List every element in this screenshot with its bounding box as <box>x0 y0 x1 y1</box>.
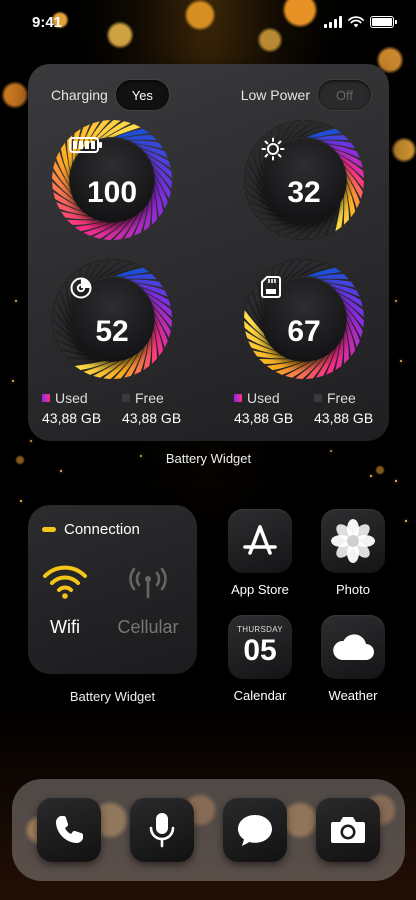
connection-widget[interactable]: Connection Wifi Cellular <box>28 505 197 674</box>
brightness-gauge-center: 32 <box>261 137 347 223</box>
used-swatch <box>42 394 50 402</box>
low-power-label: Low Power <box>240 87 310 103</box>
wifi-label: Wifi <box>50 617 80 637</box>
phone-app[interactable] <box>36 798 101 862</box>
wifi-icon <box>43 565 87 599</box>
charging-label: Charging <box>51 87 108 103</box>
app-store-tile[interactable] <box>228 509 292 573</box>
connection-header: Connection <box>42 521 140 538</box>
battery-widget[interactable]: Charging Yes Low Power Off 100 32 52 67 … <box>28 64 389 441</box>
battery-gauge-center: 100 <box>69 137 155 223</box>
sparkle <box>15 300 17 302</box>
photo-tile[interactable] <box>321 509 385 573</box>
cellular-signal-icon <box>324 16 342 28</box>
message-icon <box>238 815 273 846</box>
weather-tile[interactable] <box>321 615 385 679</box>
used-swatch <box>234 394 242 402</box>
wifi-item[interactable]: Wifi <box>30 565 100 638</box>
used-amount: 43,88 GB <box>234 410 294 426</box>
sd-card-gauge: 67 <box>243 258 365 380</box>
camera-app[interactable] <box>316 798 381 862</box>
used-label: Used <box>55 390 88 406</box>
storage-used-right: Used 43,88 GB <box>234 390 293 426</box>
low-power-row: Low Power Off <box>241 80 371 110</box>
weather-icon <box>333 634 374 660</box>
brightness-value: 32 <box>287 176 321 209</box>
cellular-label: Cellular <box>117 617 179 637</box>
used-amount: 43,88 GB <box>42 410 102 426</box>
free-amount: 43,88 GB <box>314 410 374 426</box>
cellular-antenna-icon <box>129 567 167 599</box>
battery-widget-caption: Battery Widget <box>165 451 252 466</box>
battery-value: 100 <box>86 176 138 209</box>
calendar-date: 05 <box>243 633 277 667</box>
photo-icon <box>331 519 375 563</box>
sparkle <box>30 440 32 442</box>
status-icons <box>324 16 397 28</box>
camera-icon <box>331 817 366 843</box>
battery-status-icon <box>370 16 397 28</box>
sparkle <box>395 480 397 482</box>
free-label: Free <box>327 390 356 406</box>
calendar-day: THURSDAY <box>237 624 283 634</box>
free-swatch <box>122 394 130 402</box>
sd-card-gauge-center: 67 <box>261 276 347 362</box>
weather-app[interactable]: Weather <box>321 615 385 703</box>
sparkle <box>12 380 14 382</box>
sparkle <box>400 360 402 362</box>
app-store-icon <box>243 525 277 555</box>
calendar-tile[interactable]: THURSDAY 05 <box>228 615 292 679</box>
cellular-item[interactable]: Cellular <box>113 565 183 638</box>
dock <box>12 779 405 881</box>
calendar-label: Calendar <box>233 688 287 703</box>
app-store-label: App Store <box>231 582 289 597</box>
sparkle <box>60 470 62 472</box>
microphone-icon <box>149 813 175 848</box>
status-time: 9:41 <box>32 13 63 31</box>
app-store-app[interactable]: App Store <box>228 509 292 597</box>
sd-card-value: 67 <box>287 315 321 348</box>
photo-app[interactable]: Photo <box>321 509 385 597</box>
connection-indicator <box>42 527 56 532</box>
sparkle <box>20 500 22 502</box>
status-bar: 9:41 <box>0 0 416 44</box>
sparkle <box>370 475 372 477</box>
phone-icon <box>55 816 83 843</box>
connection-widget-caption: Battery Widget <box>69 689 156 704</box>
storage-value: 52 <box>95 315 129 348</box>
free-label: Free <box>135 390 164 406</box>
connection-title: Connection <box>64 521 140 538</box>
low-power-toggle[interactable]: Off <box>318 80 371 110</box>
storage-free-right: Free 43,88 GB <box>314 390 373 426</box>
storage-gauge-center: 52 <box>69 276 155 362</box>
wifi-status-icon <box>348 16 364 28</box>
weather-label: Weather <box>328 688 378 703</box>
storage-used-left: Used 43,88 GB <box>42 390 101 426</box>
battery-icon <box>69 137 102 153</box>
messages-app[interactable] <box>223 798 288 862</box>
charging-toggle[interactable]: Yes <box>115 80 169 110</box>
free-amount: 43,88 GB <box>122 410 182 426</box>
pie-chart-icon <box>70 277 92 299</box>
sd-card-icon <box>261 276 281 298</box>
storage-gauge: 52 <box>51 258 173 380</box>
photo-label: Photo <box>336 582 370 597</box>
charging-row: Charging Yes <box>51 80 169 110</box>
free-swatch <box>314 394 322 402</box>
brightness-icon <box>261 137 285 161</box>
storage-free-left: Free 43,88 GB <box>122 390 181 426</box>
brightness-gauge: 32 <box>243 119 365 241</box>
calendar-app[interactable]: THURSDAY 05 Calendar <box>228 615 292 703</box>
battery-gauge: 100 <box>51 119 173 241</box>
used-label: Used <box>247 390 280 406</box>
sparkle <box>405 520 407 522</box>
voice-memo-app[interactable] <box>129 798 194 862</box>
sparkle <box>395 300 397 302</box>
